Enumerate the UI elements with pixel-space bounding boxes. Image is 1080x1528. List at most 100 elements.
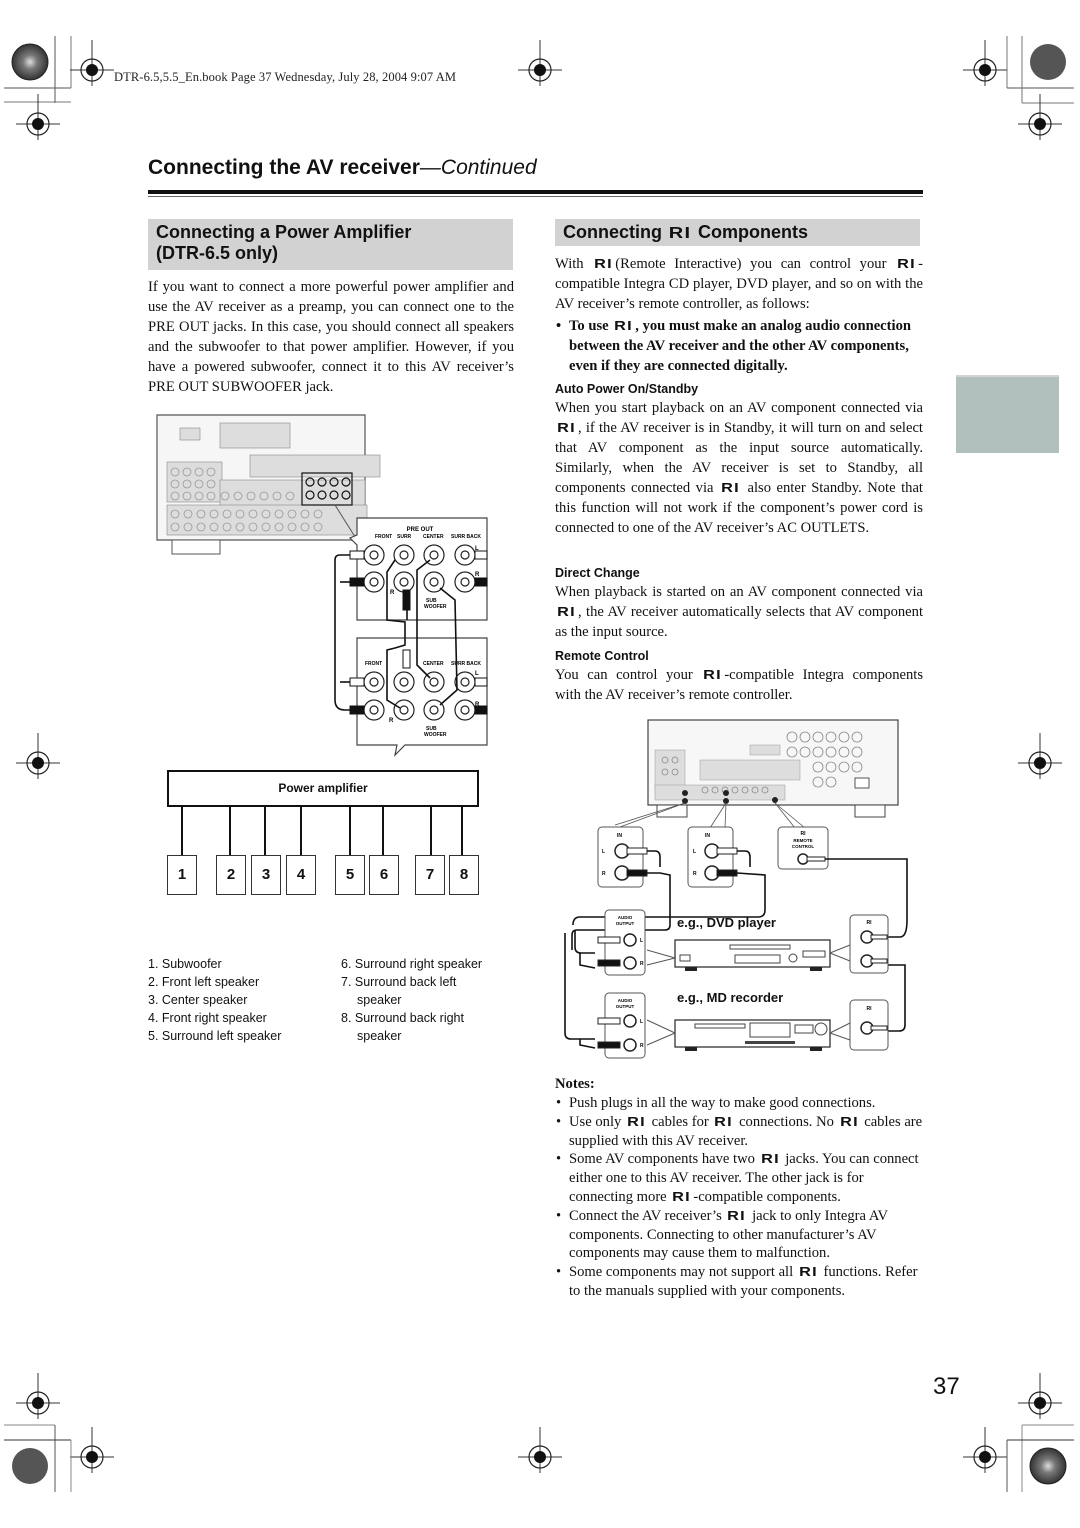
ri-logo-icon: RI	[897, 256, 916, 271]
note-item: Some AV components have two RI jacks. Yo…	[555, 1150, 923, 1206]
svg-text:WOOFER: WOOFER	[424, 604, 447, 610]
legend-item: 1. Subwoofer	[148, 957, 222, 971]
svg-text:AUDIO: AUDIO	[618, 998, 633, 1003]
svg-text:R: R	[640, 961, 644, 967]
starburst-icon	[11, 43, 49, 81]
dvd-player-label: e.g., DVD player	[677, 915, 776, 930]
preout-diagram: PRE OUT FRONT SURR CENTER SURR BACK L R …	[156, 414, 488, 757]
page-title: Connecting the AV receiver—Continued	[148, 156, 537, 180]
ac-outlet	[854, 777, 870, 789]
section-heading-power-amplifier: Connecting a Power Amplifier (DTR-6.5 on…	[148, 219, 513, 270]
svg-text:R: R	[640, 1043, 644, 1049]
text: , the AV receiver automatically selects …	[555, 604, 923, 640]
svg-text:R: R	[390, 590, 395, 596]
ri-connection-diagram: IN L R IN L R RI REMOTE CONTROL AUDIO OU…	[564, 719, 908, 1059]
control-label: CONTROL	[792, 844, 814, 849]
amp-wire	[461, 807, 463, 855]
crosshair-icon	[962, 39, 1008, 87]
book-info-line: DTR-6.5,5.5_En.book Page 37 Wednesday, J…	[114, 70, 457, 84]
heading-pre: Connecting	[563, 222, 662, 242]
svg-text:SURR: SURR	[397, 534, 412, 540]
svg-text:SURR BACK: SURR BACK	[451, 534, 481, 540]
note-item: Connect the AV receiver’s RI jack to onl…	[555, 1207, 923, 1263]
svg-text:L: L	[602, 849, 605, 855]
remote-label: REMOTE	[793, 838, 812, 843]
text: Some components may not support all	[569, 1264, 794, 1281]
text: When you start playback on an AV compone…	[555, 400, 923, 416]
svg-text:RI: RI	[867, 920, 873, 926]
crosshair-icon	[962, 1426, 1008, 1474]
preout-label: PRE OUT	[407, 527, 434, 533]
crosshair-icon	[1017, 1372, 1063, 1420]
starburst-icon	[1030, 44, 1066, 80]
ri-logo-icon: RI	[703, 667, 723, 682]
amp-wire	[430, 807, 432, 855]
svg-text:R: R	[475, 572, 480, 578]
text: To use	[569, 318, 609, 334]
ri-logo-icon: RI	[668, 225, 692, 242]
amp-wire	[349, 807, 351, 855]
power-amplifier-box: Power amplifier	[167, 770, 479, 807]
svg-text:WOOFER: WOOFER	[424, 732, 447, 738]
note-item: Push plugs in all the way to make good c…	[555, 1094, 923, 1113]
svg-text:L: L	[640, 1019, 643, 1025]
ri-logo-icon: RI	[614, 318, 634, 333]
svg-text:R: R	[693, 871, 697, 877]
text: (Remote Interactive) you can control you…	[615, 256, 887, 272]
text: -compatible components.	[693, 1188, 841, 1205]
svg-text:L: L	[640, 938, 643, 944]
amp-wire	[229, 807, 231, 855]
speaker-box-2: 2	[216, 855, 246, 895]
legend-item: 4. Front right speaker	[148, 1011, 267, 1025]
svg-text:L: L	[693, 849, 696, 855]
speaker-box-5: 5	[335, 855, 365, 895]
direct-change-text: When playback is started on an AV compon…	[555, 582, 923, 642]
ri-logo-icon: RI	[594, 256, 614, 271]
ri-logo-icon: RI	[714, 1113, 734, 1129]
heading-post: Components	[698, 222, 809, 242]
preout-panel-bottom	[356, 637, 488, 757]
speaker-legend-right: 6. Surround right speaker 7. Surround ba…	[341, 955, 482, 1045]
notes-list: Push plugs in all the way to make good c…	[555, 1094, 923, 1301]
direct-change-heading: Direct Change	[555, 566, 640, 580]
amp-wire	[300, 807, 302, 855]
text: You can control your	[555, 667, 693, 683]
remote-control-heading: Remote Control	[555, 649, 649, 663]
legend-item: 8. Surround back right	[341, 1011, 464, 1025]
speaker-box-8: 8	[449, 855, 479, 895]
svg-text:IN: IN	[617, 833, 622, 839]
note-item: Some components may not support all RI f…	[555, 1263, 923, 1301]
crosshair-icon	[1017, 732, 1063, 780]
ri-logo-icon: RI	[839, 1113, 859, 1129]
ri-logo-icon: RI	[557, 604, 576, 619]
svg-text:R: R	[389, 718, 394, 724]
title-rule-thin	[148, 196, 923, 197]
crosshair-icon	[69, 1426, 115, 1474]
crosshair-icon	[15, 732, 61, 780]
legend-item: 6. Surround right speaker	[341, 957, 483, 971]
legend-item: 3. Center speaker	[148, 993, 248, 1007]
chapter-side-tab	[956, 375, 1059, 453]
ri-logo-icon: RI	[798, 1264, 818, 1280]
text: Push plugs in all the way to make good c…	[569, 1095, 876, 1111]
svg-text:IN: IN	[705, 833, 710, 839]
crosshair-icon	[69, 39, 115, 87]
amp-wire	[382, 807, 384, 855]
svg-text:SURR BACK: SURR BACK	[451, 661, 481, 667]
auto-power-heading: Auto Power On/Standby	[555, 382, 699, 396]
ri-logo-icon: RI	[727, 1207, 747, 1223]
crosshair-icon	[517, 1426, 563, 1474]
svg-text:AUDIO: AUDIO	[618, 915, 633, 920]
svg-text:FRONT: FRONT	[365, 661, 382, 667]
amp-wire	[264, 807, 266, 855]
crosshair-icon	[1017, 93, 1063, 141]
svg-text:L: L	[475, 671, 479, 677]
speaker-box-4: 4	[286, 855, 316, 895]
bullet-item: To use RI, you must make an analog audio…	[555, 316, 923, 376]
ri-logo-icon: RI	[557, 420, 576, 435]
ri-logo-icon: RI	[627, 1113, 646, 1129]
speaker-box-7: 7	[415, 855, 445, 895]
text: Use only	[569, 1113, 622, 1130]
svg-text:RI: RI	[801, 831, 807, 837]
speaker-legend-left: 1. Subwoofer 2. Front left speaker 3. Ce…	[148, 955, 281, 1045]
